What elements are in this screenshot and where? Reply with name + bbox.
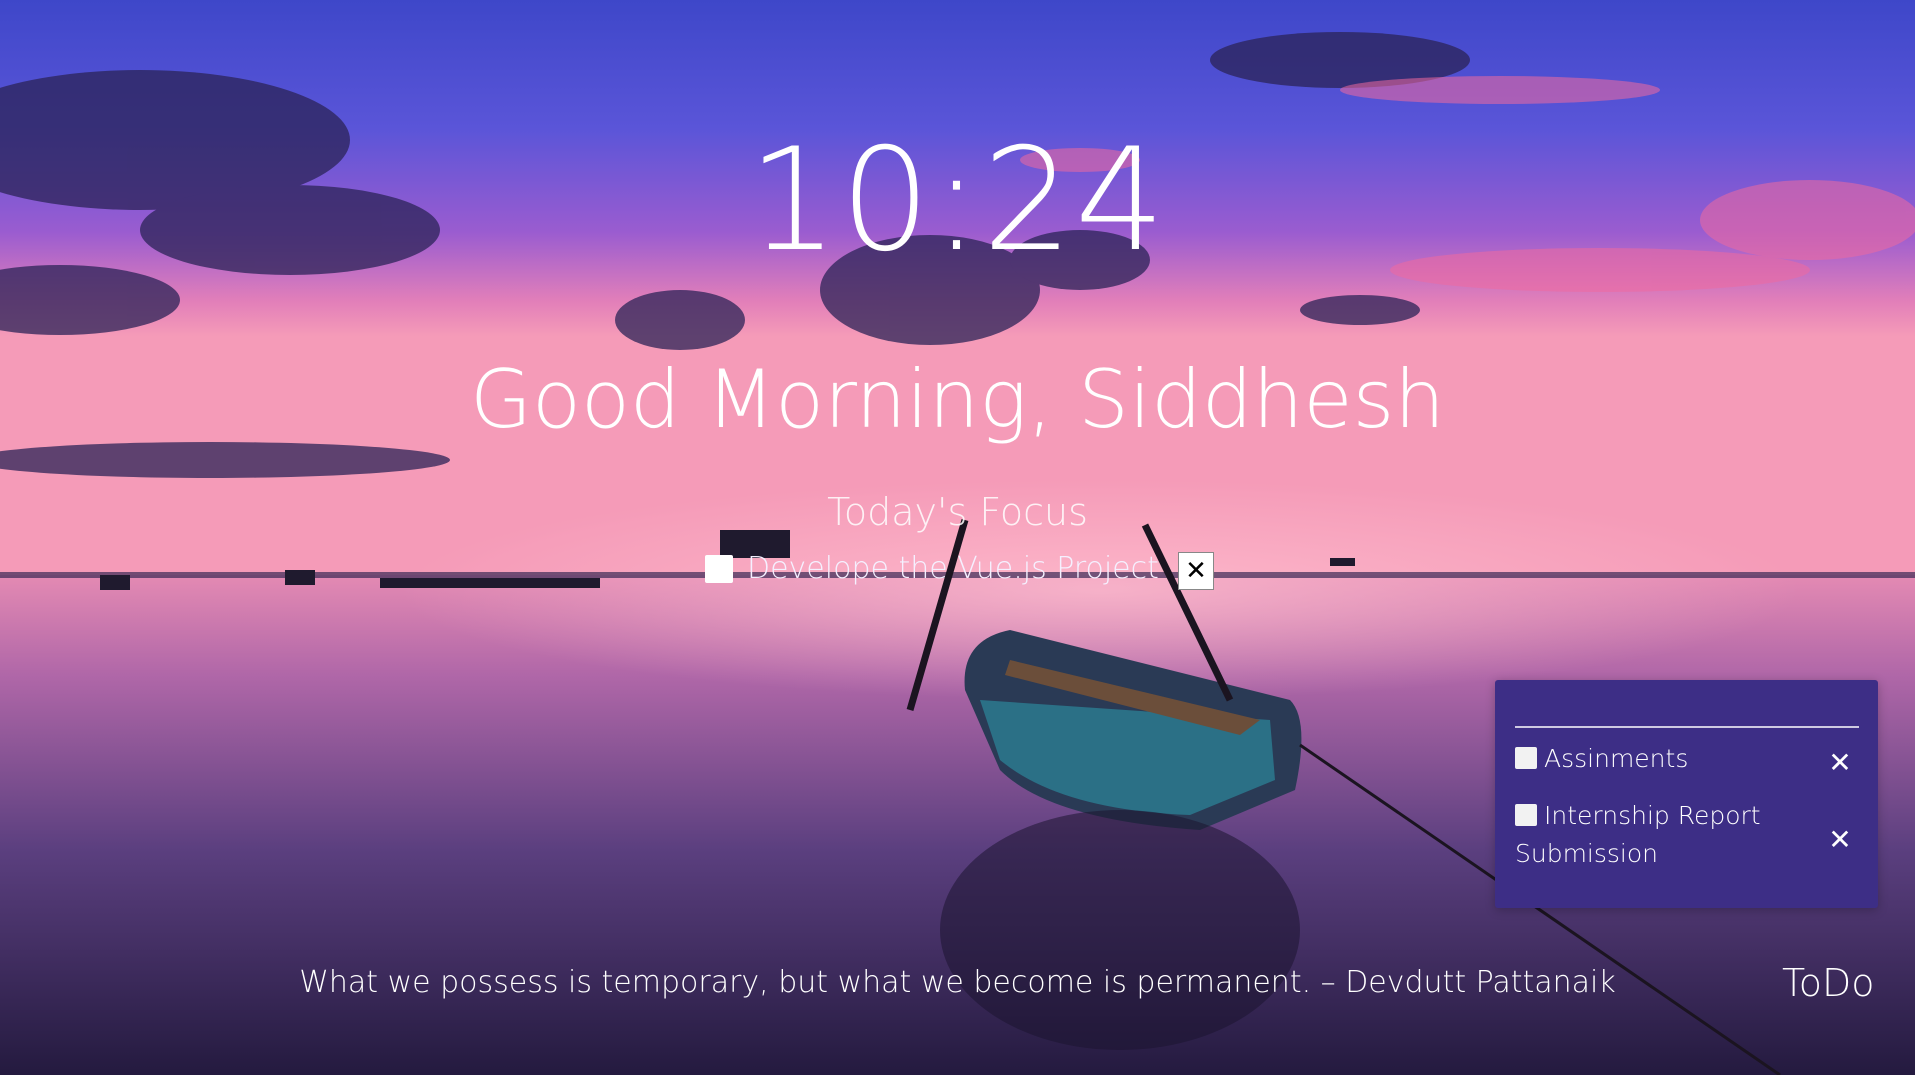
close-icon[interactable]: ✕ bbox=[1825, 825, 1855, 855]
focus-task-checkbox[interactable] bbox=[705, 554, 733, 583]
quote: What we possess is temporary, but what w… bbox=[299, 965, 1616, 1000]
greeting: Good Morning, Siddhesh bbox=[470, 353, 1445, 446]
todo-item-label: Assinments bbox=[1544, 744, 1689, 773]
todo-item: Internship Report Submission bbox=[1515, 797, 1835, 873]
todo-item-checkbox[interactable] bbox=[1515, 804, 1537, 826]
todo-item-checkbox[interactable] bbox=[1515, 747, 1537, 769]
todo-toggle-button[interactable]: ToDo bbox=[1782, 964, 1875, 1002]
clock: 10:24 bbox=[747, 118, 1168, 283]
close-icon[interactable]: ✕ bbox=[1825, 748, 1855, 778]
todo-divider bbox=[1515, 726, 1859, 728]
todo-item: Assinments bbox=[1515, 740, 1835, 778]
focus-task-row: Develope the Vue.js Project bbox=[705, 551, 1159, 586]
todo-panel: Assinments ✕ Internship Report Submissio… bbox=[1495, 680, 1878, 908]
close-icon[interactable]: ✕ bbox=[1178, 552, 1214, 590]
focus-heading: Today's Focus bbox=[827, 490, 1088, 534]
todo-item-label: Internship Report Submission bbox=[1515, 801, 1761, 868]
focus-task-text: Develope the Vue.js Project bbox=[747, 551, 1159, 586]
